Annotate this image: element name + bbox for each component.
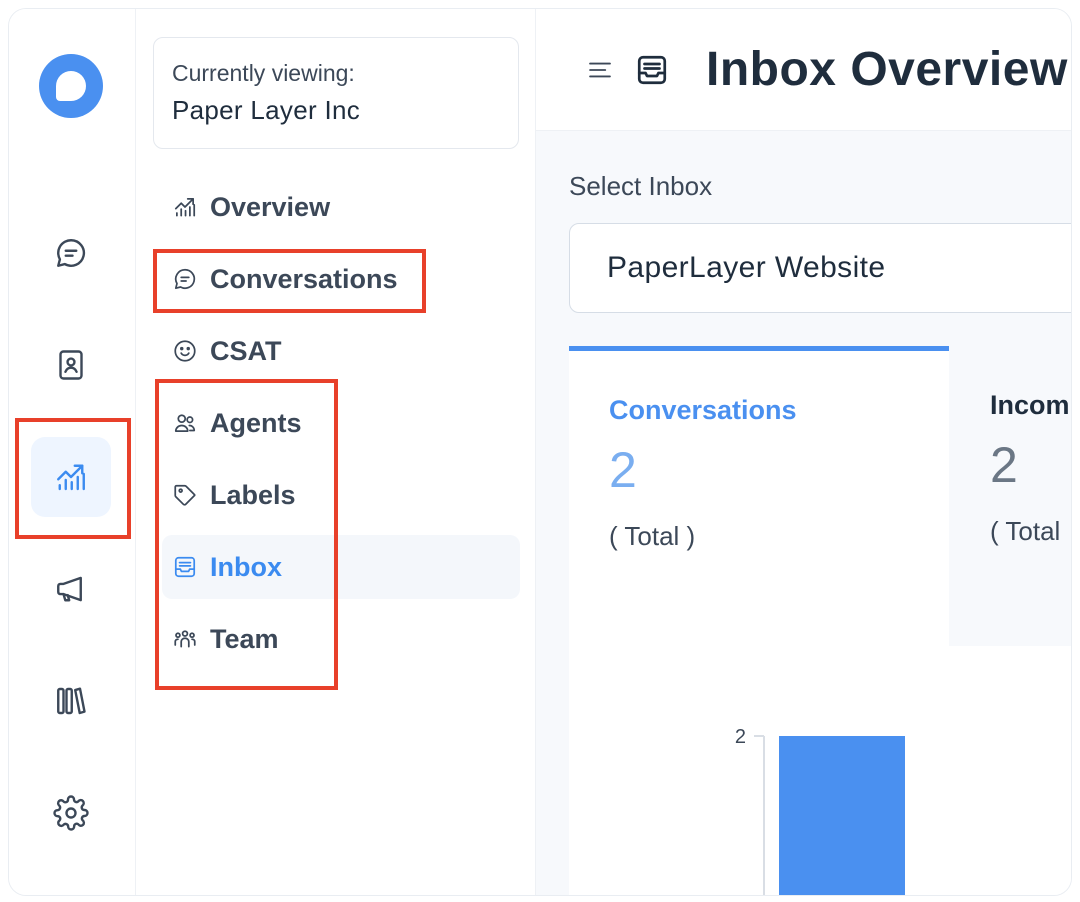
highlight-box-reports	[15, 418, 131, 539]
chart-bar[interactable]	[779, 736, 905, 896]
subnav-item-label: CSAT	[210, 335, 282, 366]
metric-tab-conversations[interactable]: Conversations 2 ( Total )	[569, 346, 949, 646]
metric-tab-incoming[interactable]: Incom 2 ( Total	[949, 346, 1071, 646]
chat-bubble-icon	[57, 239, 86, 267]
highlight-box-report-items	[155, 379, 338, 690]
gear-icon	[53, 795, 89, 831]
metric-subtitle: ( Total )	[609, 521, 696, 551]
menu-toggle-icon[interactable]	[586, 56, 614, 84]
highlight-box-conversations	[153, 249, 426, 313]
metric-value: 2	[609, 442, 637, 498]
page-header: Inbox Overview	[536, 9, 1071, 131]
y-tick-label: 2	[735, 726, 746, 748]
contacts-book-icon	[59, 350, 83, 380]
main-content: Inbox Overview Select Inbox PaperLayer W…	[536, 9, 1071, 895]
account-switcher[interactable]: Currently viewing: Paper Layer Inc	[153, 37, 519, 149]
trend-chart-icon	[174, 198, 196, 217]
conversations-chart: 2	[569, 646, 1071, 896]
page-title: Inbox Overview	[706, 43, 1068, 96]
metric-subtitle: ( Total	[990, 516, 1061, 546]
metric-value: 2	[990, 437, 1018, 493]
rail-campaigns-button[interactable]	[31, 549, 111, 629]
megaphone-icon	[57, 576, 82, 602]
subnav-item-csat[interactable]: CSAT	[162, 319, 520, 383]
metric-title: Conversations	[609, 395, 797, 425]
app-window: Currently viewing: Paper Layer Inc Overv…	[8, 8, 1072, 896]
account-name: Paper Layer Inc	[172, 95, 361, 125]
rail-conversations-button[interactable]	[31, 213, 111, 293]
bar-chart: 2	[735, 726, 905, 896]
smiley-icon	[174, 340, 196, 362]
subnav-item-overview[interactable]: Overview	[162, 175, 520, 239]
inbox-select-value: PaperLayer Website	[607, 251, 886, 284]
select-inbox-label: Select Inbox	[569, 171, 713, 201]
library-icon	[57, 687, 86, 715]
subnav-item-label: Overview	[210, 191, 331, 222]
rail-settings-button[interactable]	[31, 773, 111, 853]
app-logo[interactable]	[39, 54, 103, 118]
inbox-tray-icon	[637, 55, 667, 84]
rail-library-button[interactable]	[31, 661, 111, 741]
account-label: Currently viewing:	[172, 60, 355, 86]
metric-title: Incom	[990, 390, 1070, 420]
inbox-select[interactable]: PaperLayer Website	[569, 223, 1071, 313]
rail-contacts-button[interactable]	[31, 325, 111, 405]
